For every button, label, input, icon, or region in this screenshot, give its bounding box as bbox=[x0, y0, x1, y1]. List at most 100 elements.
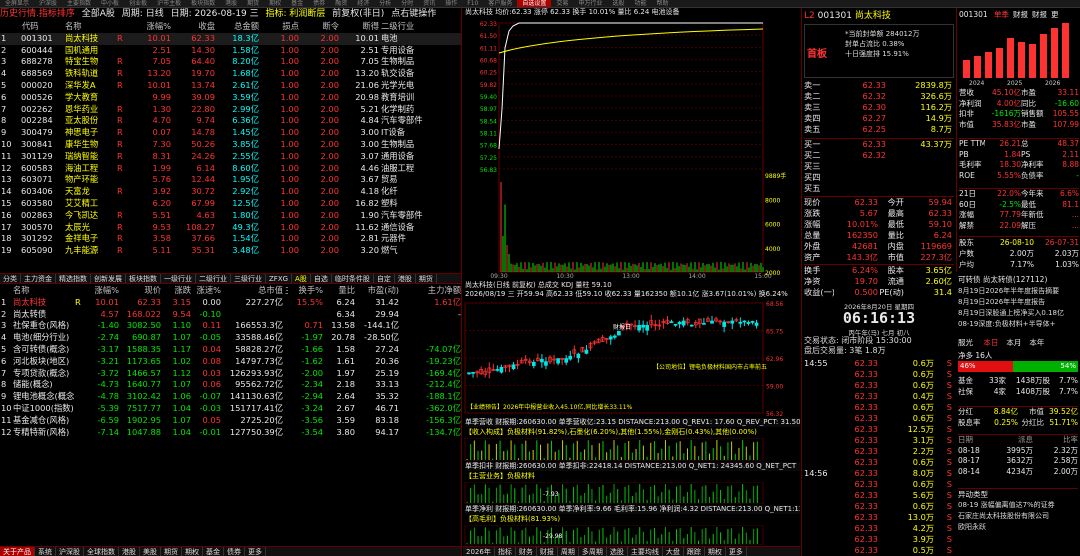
tick-row[interactable]: 62.33 0.6万 S bbox=[804, 479, 954, 490]
fin-tab[interactable]: 更 bbox=[1051, 10, 1059, 19]
sub3-chart[interactable]: -29.98 bbox=[463, 525, 800, 545]
chart-tab[interactable]: 选股 bbox=[607, 547, 628, 556]
period-selector[interactable]: 周期: 日线 bbox=[122, 9, 164, 19]
list-item[interactable]: 1 尚太科技 R 10.01 62.33 3.15 0.00 227.27亿 15.5% 6.24… bbox=[0, 297, 461, 309]
bottom-tab[interactable]: 期权 bbox=[182, 547, 203, 556]
table-row[interactable]: 15 603580 艾艾精工 6.20 67.99 12.5亿 1.00 2.00 16.82 塑… bbox=[0, 198, 461, 210]
sub1-chart[interactable] bbox=[463, 438, 800, 461]
top-menu-item[interactable]: 经济 bbox=[352, 0, 374, 7]
top-menu-item[interactable]: 分析 bbox=[374, 0, 396, 7]
top-menu-item[interactable]: 客户服务 bbox=[483, 0, 517, 7]
category-tab[interactable]: 板块指数 bbox=[126, 274, 161, 283]
table1-col-header[interactable]: 断令 bbox=[300, 21, 340, 33]
stat2-row[interactable]: 净资 19.70 流通 2.60亿 bbox=[804, 276, 954, 287]
tick-row[interactable]: 62.33 0.6万 S bbox=[804, 369, 954, 380]
top-menu-item[interactable]: 帮助 bbox=[651, 0, 673, 7]
chart-tab[interactable]: 更多 bbox=[726, 547, 747, 556]
category-tab[interactable]: 三级行业 bbox=[231, 274, 266, 283]
fin-tab[interactable]: 单季 bbox=[994, 10, 1009, 19]
indicator-selector[interactable]: 指标: 利润断层 bbox=[266, 9, 326, 19]
tick-row[interactable]: 62.33 3.1万 S bbox=[804, 435, 954, 446]
table1-col-header[interactable] bbox=[116, 21, 132, 33]
top-menu-item[interactable]: 分时 bbox=[396, 0, 418, 7]
tick-row[interactable]: 62.33 4.2万 S bbox=[804, 523, 954, 534]
bottom-tab[interactable]: 美股 bbox=[140, 547, 161, 556]
table2-col-header[interactable]: 名称 bbox=[12, 285, 74, 297]
table-row[interactable]: 13 603071 物产环能 5.76 12.44 1.95亿 1.00 2.00 3.67 贸易 bbox=[0, 174, 461, 186]
table2-col-header[interactable]: 市盈(动) bbox=[356, 285, 400, 297]
top-menu-item[interactable]: 期货 bbox=[242, 0, 264, 7]
sell-order-row[interactable]: 卖二 62.32 326.6万 bbox=[804, 91, 954, 102]
buy-order-row[interactable]: 买二 62.32 bbox=[804, 150, 954, 161]
stat-row[interactable]: 资产 143.3亿 市值 227.3亿 bbox=[804, 252, 954, 263]
chart-tab[interactable]: 跟踪 bbox=[684, 547, 705, 556]
stat-row[interactable]: 涨跌 5.67 最高 62.33 bbox=[804, 208, 954, 219]
sell-order-row[interactable]: 卖五 62.25 8.7万 bbox=[804, 124, 954, 135]
tick-row[interactable]: 62.33 13.0万 S bbox=[804, 512, 954, 523]
category-tab[interactable]: 精选指数 bbox=[56, 274, 91, 283]
category-tab[interactable]: 自选 bbox=[311, 274, 332, 283]
notice-item[interactable]: 8月19日2026年半年度报告 bbox=[958, 297, 1078, 308]
category-tab[interactable]: 自定 bbox=[374, 274, 395, 283]
top-menu-item[interactable]: 沪深股 bbox=[34, 0, 62, 7]
table1-col-header[interactable]: 名称 bbox=[64, 21, 116, 33]
rank-tab[interactable]: 本日 bbox=[983, 338, 998, 347]
table-row[interactable]: 17 300570 太辰光 R 9.53 108.27 49.3亿 1.00 2.00 11.62… bbox=[0, 222, 461, 234]
tick-row[interactable]: 62.33 0.6万 S bbox=[804, 413, 954, 424]
tick-list[interactable]: 14:55 62.33 0.6万 S 62.33 0.6万 S 62.33 0.6万 S 62.33… bbox=[804, 358, 954, 556]
date-selector[interactable]: 日期: 2026-08-19 三 bbox=[171, 9, 259, 19]
table1-col-header[interactable]: 代码 bbox=[20, 21, 64, 33]
top-menu-item[interactable]: 融资 bbox=[330, 0, 352, 7]
notice-item[interactable]: 8月19日深股通上榜净买入0.18亿 bbox=[958, 308, 1078, 319]
tick-row[interactable]: 62.33 0.4万 S bbox=[804, 391, 954, 402]
table1-col-header[interactable]: 涨幅% bbox=[132, 21, 172, 33]
intraday-chart[interactable]: 62.33 61.50 61.11 60.68 60.25 59.82 59.40 58.97… bbox=[463, 17, 800, 279]
table1-col-header[interactable]: 收盘 bbox=[172, 21, 216, 33]
tick-row[interactable]: 14:55 62.33 0.6万 S bbox=[804, 358, 954, 369]
chart-tab[interactable]: 主要均线 bbox=[628, 547, 663, 556]
tick-row[interactable]: 62.33 2.2万 S bbox=[804, 446, 954, 457]
bottom-tab[interactable]: 关于产品 bbox=[0, 547, 35, 556]
table-row[interactable]: 14 603406 天富龙 R 3.92 30.72 2.92亿 1.00 2.00 4.18 化纤 bbox=[0, 186, 461, 198]
table2-col-header[interactable] bbox=[0, 285, 12, 297]
chart-tab[interactable]: 财务 bbox=[516, 547, 537, 556]
table-row[interactable]: 6 000526 学大教育 9.99 39.09 3.59亿 1.00 2.00 20.98 教育… bbox=[0, 92, 461, 104]
top-menu-item[interactable]: 板块指数 bbox=[186, 0, 220, 7]
category-tab[interactable]: 创新发展 bbox=[91, 274, 126, 283]
table-row[interactable]: 16 002863 今飞凯达 R 5.51 4.63 1.80亿 1.00 2.00 1.90 汽车… bbox=[0, 210, 461, 222]
tick-row[interactable]: 62.33 0.6万 S bbox=[804, 501, 954, 512]
notice-item[interactable]: 08-19深度:负极材料+半导体+ bbox=[958, 319, 1078, 330]
table-row[interactable]: 11 301129 瑞纳智能 R 8.31 24.26 2.55亿 1.00 2.00 3.07 通… bbox=[0, 151, 461, 163]
top-menu-item[interactable]: 选股 bbox=[607, 0, 629, 7]
table2-col-header[interactable]: 涨幅% bbox=[86, 285, 120, 297]
bottom-tab[interactable]: 基金 bbox=[203, 547, 224, 556]
category-tab[interactable]: 临时条件股 bbox=[332, 274, 374, 283]
top-menu-item[interactable]: 全屏显示 bbox=[0, 0, 34, 7]
top-menu-item[interactable]: 中小板 bbox=[96, 0, 124, 7]
bottom-tab[interactable]: 更多 bbox=[245, 547, 266, 556]
category-tab[interactable]: 分类 bbox=[0, 274, 21, 283]
adjust-selector[interactable]: 前复权(非日) bbox=[332, 9, 384, 19]
top-menu-item[interactable]: 自选设置 bbox=[517, 0, 552, 7]
bottom-tab[interactable]: 系统 bbox=[35, 547, 56, 556]
bottom-tab[interactable]: 债券 bbox=[224, 547, 245, 556]
sell-order-row[interactable]: 卖一 62.33 2839.8万 bbox=[804, 80, 954, 91]
table-row[interactable]: 1 001301 尚太科技 R 10.01 62.33 18.3亿 1.00 2.00 10.01… bbox=[0, 32, 461, 45]
table1-col-header[interactable]: 损点 bbox=[260, 21, 300, 33]
fund-title[interactable]: 可转债 尚太转债(127112) bbox=[958, 274, 1078, 285]
stat-row[interactable]: 涨幅 10.01% 最低 59.10 bbox=[804, 219, 954, 230]
table-row[interactable]: 2 600444 国机通用 2.51 14.30 1.58亿 1.00 2.00 2.51 专用设… bbox=[0, 45, 461, 57]
table-row[interactable]: 18 301292 金祥电子 R 3.58 37.66 1.54亿 1.00 2.00 2.81 元… bbox=[0, 233, 461, 245]
tick-row[interactable]: 62.33 0.6万 S bbox=[804, 380, 954, 391]
list-item[interactable]: 8 储能(概念) -4.73 1640.77 1.07 0.06 95562.72亿 -2.3… bbox=[0, 379, 461, 391]
list-item[interactable]: 6 河北板块(地区) -3.21 1173.65 1.02 0.08 14797.73亿 -1… bbox=[0, 356, 461, 368]
bottom-tab[interactable]: 港股 bbox=[119, 547, 140, 556]
bottom-tab[interactable]: 沪深股 bbox=[56, 547, 84, 556]
table2-col-header[interactable]: 换手% bbox=[288, 285, 324, 297]
list-item[interactable]: 4 电池(细分行业) -2.74 690.87 1.07 -0.05 33588.46亿 -1… bbox=[0, 332, 461, 344]
category-tab[interactable]: A股 bbox=[292, 274, 311, 283]
fin-bar-chart[interactable]: 2024 2025 2026 bbox=[959, 22, 1079, 86]
list-item[interactable]: 9 锂电池概念(概念) -4.78 3102.42 1.06 -0.07 141130.63… bbox=[0, 391, 461, 403]
table2-col-header[interactable]: 量比 bbox=[324, 285, 356, 297]
tick-row[interactable]: 62.33 12.5万 S bbox=[804, 424, 954, 435]
